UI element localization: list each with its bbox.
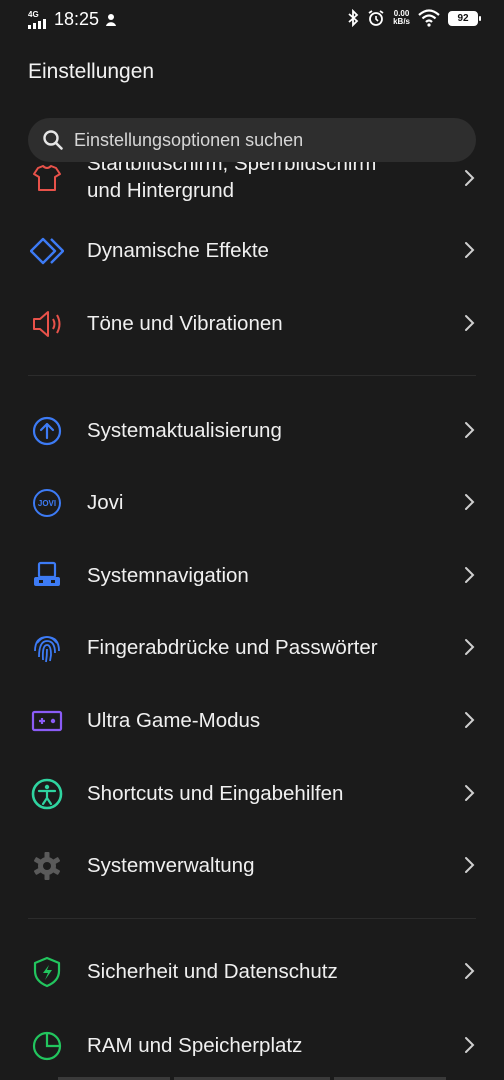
settings-item-label: Systemaktualisierung [87, 419, 282, 442]
status-left: 4G 18:25 [28, 9, 117, 30]
settings-item-game-mode[interactable]: Ultra Game-Modus [0, 685, 504, 757]
chevron-right-icon [465, 712, 475, 728]
settings-item-system-management[interactable]: Systemverwaltung [0, 830, 504, 902]
settings-item-security[interactable]: Sicherheit und Datenschutz [0, 936, 504, 1008]
settings-item-jovi[interactable]: JOVI Jovi [0, 467, 504, 539]
section-divider [28, 918, 476, 919]
settings-item-label: Jovi [87, 491, 124, 514]
settings-item-accessibility[interactable]: Shortcuts und Eingabehilfen [0, 758, 504, 830]
shirt-icon [33, 165, 61, 191]
gear-icon [33, 852, 61, 880]
chevron-right-icon [465, 785, 475, 801]
chevron-right-icon [465, 315, 475, 331]
search-placeholder: Einstellungsoptionen suchen [74, 129, 304, 150]
bluetooth-icon [348, 9, 359, 27]
settings-item-label: Sicherheit und Datenschutz [87, 960, 338, 983]
settings-item-label: Ultra Game-Modus [87, 709, 261, 732]
search-bar[interactable]: Einstellungsoptionen suchen [28, 118, 476, 162]
settings-item-label: Systemverwaltung [87, 854, 255, 877]
chevron-right-icon [465, 1037, 475, 1053]
arrow-up-circle-icon [32, 416, 62, 446]
settings-item-sounds[interactable]: Töne und Vibrationen [0, 288, 504, 360]
chevron-right-icon [465, 242, 475, 258]
settings-item-label: Shortcuts und Eingabehilfen [87, 782, 344, 805]
speed-unit: kB/s [393, 17, 410, 26]
clock: 18:25 [54, 9, 100, 29]
battery-level: 92 [457, 12, 469, 24]
settings-item-label: und Hintergrund [87, 179, 235, 202]
status-right: 0.00 kB/s 92 [347, 9, 481, 27]
gamepad-icon [31, 710, 63, 732]
chevron-right-icon [465, 963, 475, 979]
navigation-icon [34, 561, 60, 586]
chevron-right-icon [465, 170, 475, 186]
settings-item-label: Dynamische Effekte [87, 239, 269, 262]
settings-item-label: Fingerabdrücke und Passwörter [87, 636, 378, 659]
chevron-right-icon [465, 494, 475, 510]
status-bar: 4G 18:25 0.00 kB/s 92 [0, 0, 504, 40]
accessibility-icon [31, 778, 63, 810]
settings-item-system-update[interactable]: Systemaktualisierung [0, 395, 504, 467]
jovi-icon-text: JOVI [38, 499, 56, 508]
settings-item-fingerprints[interactable]: Fingerabdrücke und Passwörter [0, 612, 504, 684]
cellular-signal-icon: 4G [28, 9, 48, 29]
jovi-icon: JOVI [33, 489, 61, 517]
network-type: 4G [28, 9, 39, 19]
notification-icon [106, 13, 117, 26]
settings-item-label: Startbildschirm, Sperrbildschirm [87, 162, 377, 175]
diamond-icon [30, 237, 64, 265]
settings-item-system-navigation[interactable]: Systemnavigation [0, 540, 504, 612]
settings-list: Startbildschirm, Sperrbildschirm und Hin… [0, 162, 504, 1080]
chevron-right-icon [465, 422, 475, 438]
fingerprint-icon [34, 636, 60, 663]
settings-item-storage[interactable]: RAM und Speicherplatz [0, 1010, 504, 1080]
pie-chart-icon [32, 1031, 62, 1061]
chevron-right-icon [465, 639, 475, 655]
page-title: Einstellungen [28, 60, 155, 83]
chevron-right-icon [465, 857, 475, 873]
wifi-icon [418, 9, 440, 27]
settings-item-label: Systemnavigation [87, 564, 249, 587]
chevron-right-icon [465, 567, 475, 583]
settings-item-label: Töne und Vibrationen [87, 312, 283, 335]
section-divider [28, 375, 476, 376]
search-icon [43, 130, 63, 150]
shield-icon [33, 956, 61, 988]
settings-item-label: RAM und Speicherplatz [87, 1034, 303, 1057]
alarm-icon [368, 10, 384, 26]
settings-item-dynamic-effects[interactable]: Dynamische Effekte [0, 215, 504, 287]
speaker-icon [33, 311, 61, 337]
network-speed: 0.00 kB/s [393, 10, 410, 26]
battery-icon: 92 [448, 10, 481, 26]
